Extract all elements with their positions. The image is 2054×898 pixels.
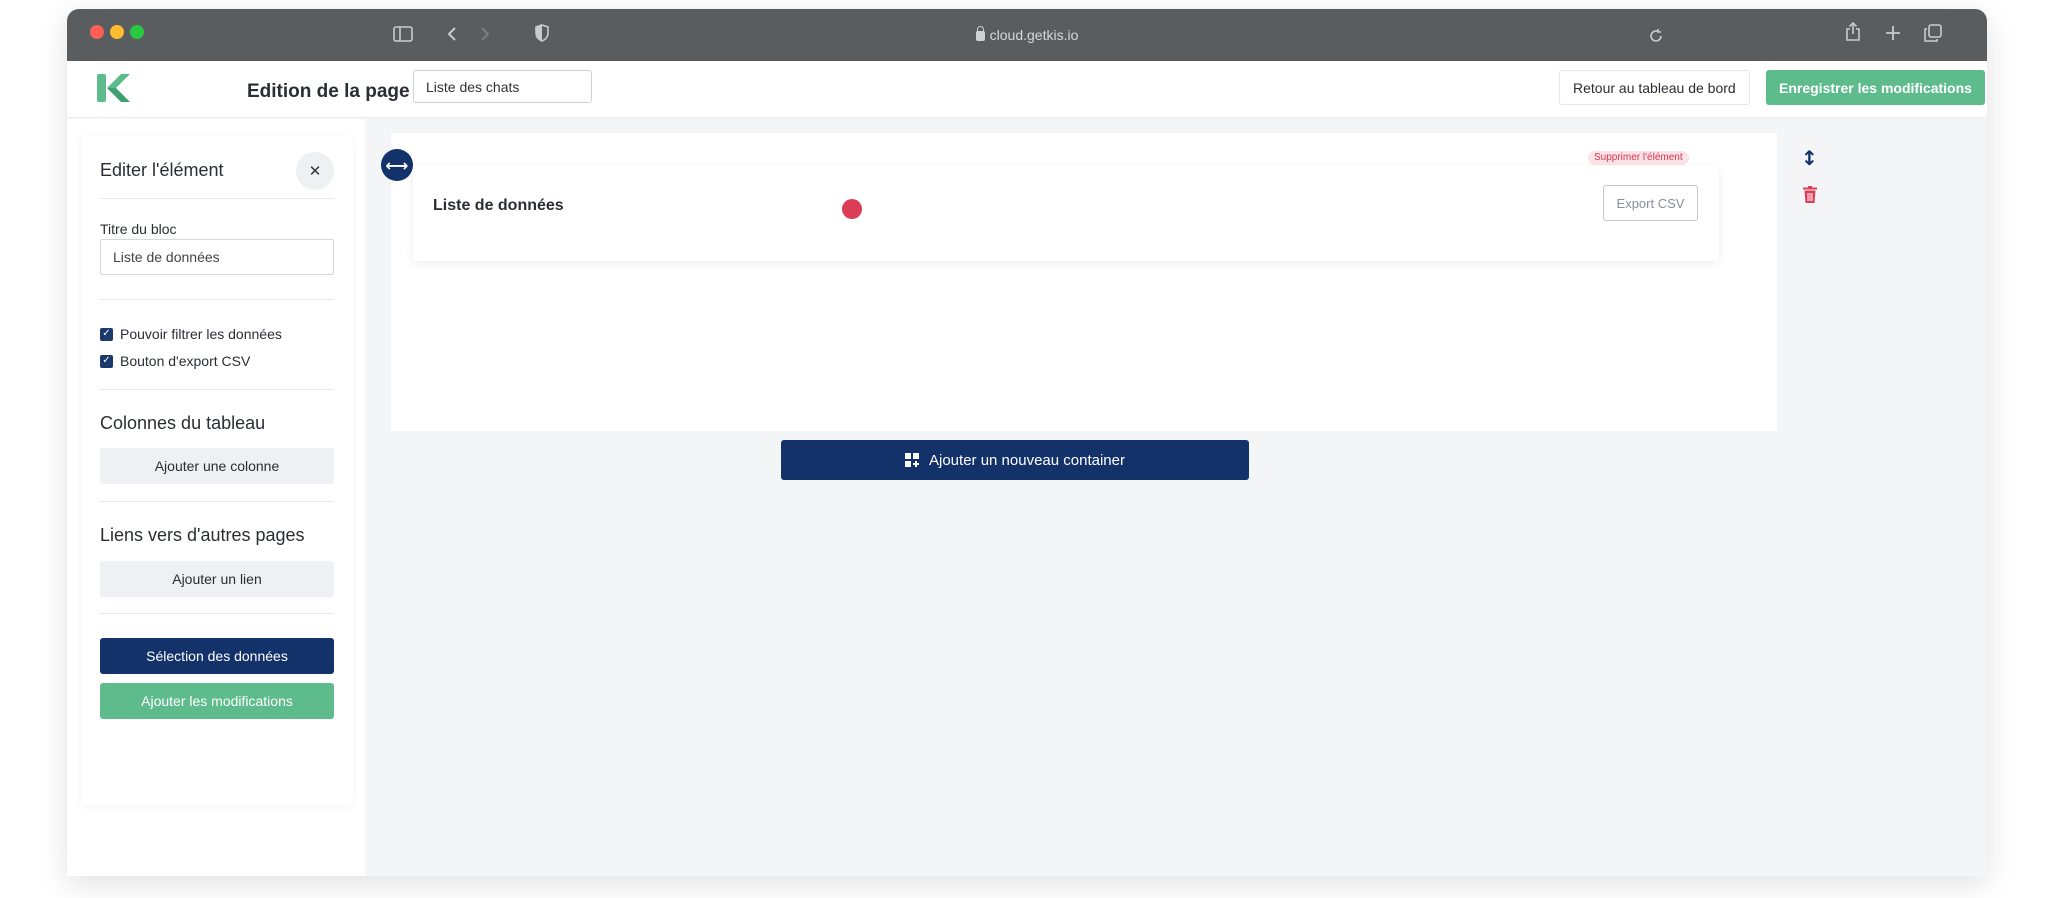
- status-dot: [842, 199, 862, 219]
- add-link-button[interactable]: Ajouter un lien: [100, 561, 334, 597]
- divider: [100, 501, 334, 502]
- filter-data-checkbox[interactable]: ✓ Pouvoir filtrer les données: [100, 326, 282, 342]
- reload-icon[interactable]: [1649, 29, 1663, 43]
- add-container-button[interactable]: Ajouter un nouveau container: [781, 440, 1249, 480]
- filter-data-label: Pouvoir filtrer les données: [120, 326, 282, 342]
- export-csv-button[interactable]: Export CSV: [1603, 185, 1698, 221]
- links-title: Liens vers d'autres pages: [100, 525, 305, 545]
- add-column-button[interactable]: Ajouter une colonne: [100, 448, 334, 484]
- url-text: cloud.getkis.io: [989, 27, 1079, 43]
- app-header: Edition de la page : Retour au tableau d…: [67, 61, 1987, 118]
- add-container-label: Ajouter un nouveau container: [929, 451, 1125, 469]
- data-selection-button[interactable]: Sélection des données: [100, 638, 334, 674]
- checkbox-icon[interactable]: ✓: [100, 327, 113, 341]
- divider: [100, 389, 334, 390]
- shield-icon[interactable]: [535, 24, 549, 42]
- table-columns-title: Colonnes du tableau: [100, 413, 266, 433]
- browser-toolbar: cloud.getkis.io: [67, 9, 1987, 61]
- data-list-card[interactable]: Liste de données Export CSV: [413, 166, 1719, 261]
- address-bar[interactable]: cloud.getkis.io: [67, 9, 1987, 61]
- back-to-dashboard-button[interactable]: Retour au tableau de bord: [1559, 70, 1750, 105]
- plus-icon[interactable]: [1885, 25, 1901, 41]
- apply-changes-button[interactable]: Ajouter les modifications: [100, 683, 334, 719]
- panel-title: Editer l'élément: [100, 160, 224, 180]
- lock-icon: [975, 26, 985, 41]
- page-name-input[interactable]: [413, 70, 592, 103]
- checkbox-icon[interactable]: ✓: [100, 354, 113, 368]
- card-title: Liste de données: [433, 197, 564, 214]
- logo-icon: [97, 74, 130, 102]
- forward-arrow-icon[interactable]: [480, 26, 490, 42]
- block-title-input[interactable]: [100, 239, 334, 275]
- csv-export-label: Bouton d'export CSV: [120, 353, 251, 369]
- grid-add-icon: [905, 453, 919, 467]
- divider: [100, 198, 334, 199]
- divider: [100, 613, 334, 614]
- tabs-icon[interactable]: [1924, 24, 1942, 42]
- block-title-label: Titre du bloc: [100, 221, 177, 237]
- move-horizontal-icon[interactable]: ⟷: [381, 149, 413, 181]
- sidebar-toggle-icon[interactable]: [393, 26, 413, 42]
- edit-element-panel: Editer l'élément ✕ Titre du bloc ✓ Pouvo…: [81, 135, 353, 805]
- delete-element-badge[interactable]: Supprimer l'élément: [1588, 151, 1689, 165]
- browser-window: cloud.getkis.io Edition de la page : Ret…: [67, 9, 1987, 876]
- divider: [100, 299, 334, 300]
- back-arrow-icon[interactable]: [447, 26, 457, 42]
- page-edition-label: Edition de la page :: [247, 81, 422, 102]
- trash-icon[interactable]: [1803, 186, 1817, 203]
- close-icon[interactable]: ✕: [296, 152, 334, 190]
- move-vertical-icon[interactable]: ↕: [1801, 146, 1818, 170]
- save-changes-button[interactable]: Enregistrer les modifications: [1766, 70, 1985, 105]
- share-icon[interactable]: [1845, 22, 1861, 42]
- csv-export-checkbox[interactable]: ✓ Bouton d'export CSV: [100, 353, 250, 369]
